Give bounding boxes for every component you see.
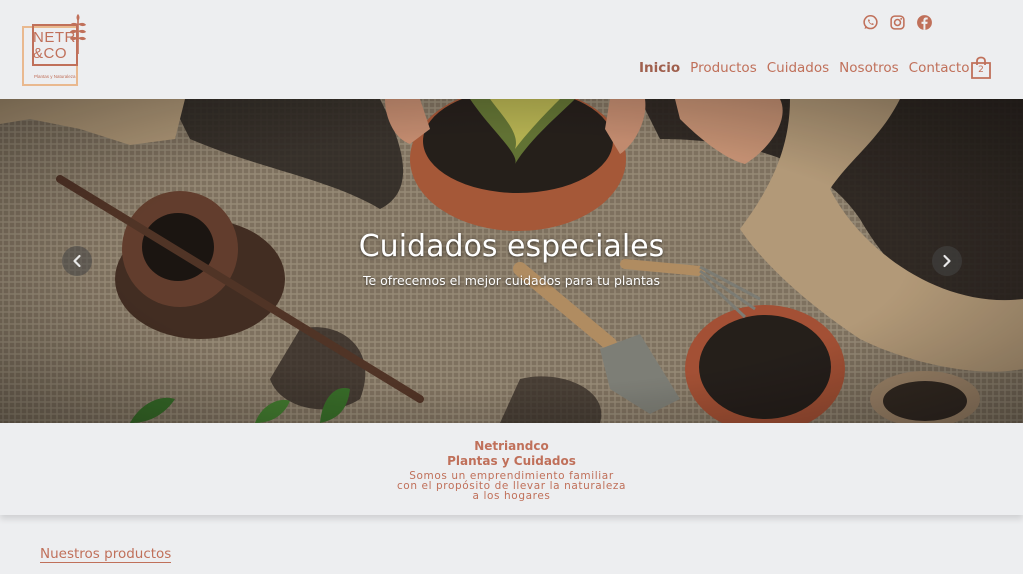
chevron-right-icon: [943, 254, 951, 268]
site-header: NETRI &CO Plantas y Naturaleza Inicio Pr…: [0, 0, 1023, 99]
logo-wordmark: NETRI &CO: [33, 30, 81, 62]
hero-carousel: Cuidados especiales Te ofrecemos el mejo…: [0, 99, 1023, 423]
carousel-next-button[interactable]: [932, 246, 962, 276]
logo-line2: &CO: [33, 45, 68, 62]
intro-description: Somos un emprendimiento familiar con el …: [0, 471, 1023, 502]
instagram-icon[interactable]: [889, 14, 906, 31]
intro-desc-line: a los hogares: [472, 490, 551, 502]
brand-logo[interactable]: NETRI &CO Plantas y Naturaleza: [20, 10, 92, 88]
facebook-icon[interactable]: [916, 14, 933, 31]
nav-item-cuidados[interactable]: Cuidados: [767, 60, 829, 76]
hero-subtitle: Te ofrecemos el mejor cuidados para tu p…: [362, 273, 661, 288]
logo-line1: NETRI: [33, 29, 81, 46]
intro-section: Netriandco Plantas y Cuidados Somos un e…: [0, 423, 1023, 515]
hero-title-text: Cuidados especiales: [358, 229, 665, 264]
nav-item-nosotros[interactable]: Nosotros: [839, 60, 899, 76]
nav-item-contacto[interactable]: Contacto: [909, 60, 970, 76]
whatsapp-icon[interactable]: [862, 14, 879, 31]
chevron-left-icon: [73, 254, 81, 268]
social-links: [862, 14, 933, 31]
nav-item-productos[interactable]: Productos: [690, 60, 757, 76]
main-nav: Inicio Productos Cuidados Nosotros Conta…: [639, 60, 969, 76]
cart-count-badge: 2: [978, 65, 984, 75]
nav-item-inicio[interactable]: Inicio: [639, 60, 680, 76]
logo-subtitle: Plantas y Naturaleza: [34, 74, 76, 79]
carousel-prev-button[interactable]: [62, 246, 92, 276]
intro-tagline: Plantas y Cuidados: [447, 454, 576, 468]
intro-brand-name: Netriandco: [474, 439, 549, 453]
products-section-link[interactable]: Nuestros productos: [40, 546, 172, 563]
cart-button[interactable]: 2: [969, 56, 993, 80]
hero-title: Cuidados especiales: [0, 229, 1023, 264]
